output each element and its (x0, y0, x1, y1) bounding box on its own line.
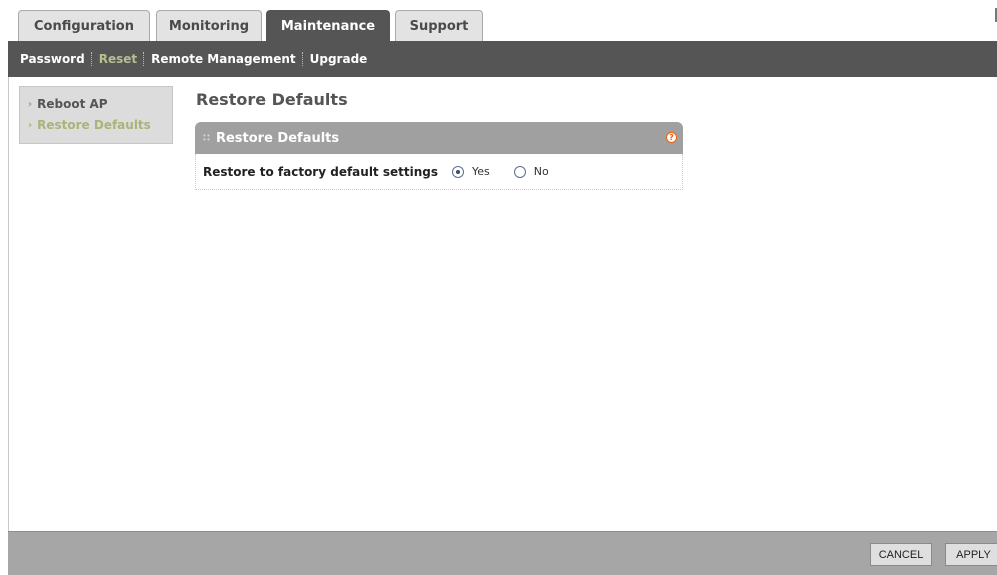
side-menu: › Reboot AP › Restore Defaults (19, 86, 173, 144)
subnav-item-remote-management[interactable]: Remote Management (145, 52, 302, 66)
apply-button[interactable]: APPLY (945, 543, 997, 566)
radio-selected-icon[interactable] (451, 165, 464, 178)
panel-body: Restore to factory default settings Yes … (195, 154, 683, 190)
app-frame: Configuration Monitoring Maintenance Sup… (8, 0, 997, 575)
help-icon[interactable]: ? (666, 132, 677, 143)
restore-factory-label: Restore to factory default settings (203, 164, 438, 179)
content-area: › Reboot AP › Restore Defaults Restore D… (8, 77, 997, 531)
subnav-item-password[interactable]: Password (8, 52, 91, 66)
tab-configuration[interactable]: Configuration (18, 10, 150, 41)
sub-navigation: Password Reset Remote Management Upgrade (8, 41, 997, 77)
chevron-right-icon: › (28, 98, 33, 110)
side-menu-item-restore-defaults[interactable]: › Restore Defaults (28, 118, 151, 132)
subnav-item-reset[interactable]: Reset (93, 52, 143, 66)
cancel-button[interactable]: CANCEL (870, 543, 932, 566)
radio-no-label: No (533, 165, 549, 178)
tab-maintenance[interactable]: Maintenance (266, 10, 390, 41)
restore-defaults-panel: ∷ Restore Defaults ? Restore to factory … (195, 122, 683, 190)
panel-header: ∷ Restore Defaults ? (195, 122, 683, 154)
radio-unselected-icon[interactable] (513, 165, 526, 178)
radio-no[interactable]: No (513, 165, 549, 178)
tab-support[interactable]: Support (395, 10, 483, 41)
tab-monitoring[interactable]: Monitoring (156, 10, 262, 41)
side-menu-item-reboot-ap[interactable]: › Reboot AP (28, 97, 108, 111)
subnav-item-upgrade[interactable]: Upgrade (304, 52, 374, 66)
panel-title: Restore Defaults (215, 130, 340, 146)
radio-yes[interactable]: Yes (451, 165, 490, 178)
page-title: Restore Defaults (196, 90, 348, 109)
footer-bar: CANCEL APPLY (8, 531, 997, 575)
side-menu-item-label: Reboot AP (37, 97, 108, 111)
chevron-right-icon: › (28, 119, 33, 131)
radio-yes-label: Yes (471, 165, 490, 178)
grip-icon: ∷ (203, 132, 210, 144)
top-tab-bar: Configuration Monitoring Maintenance Sup… (8, 0, 997, 41)
side-menu-item-label: Restore Defaults (37, 118, 151, 132)
